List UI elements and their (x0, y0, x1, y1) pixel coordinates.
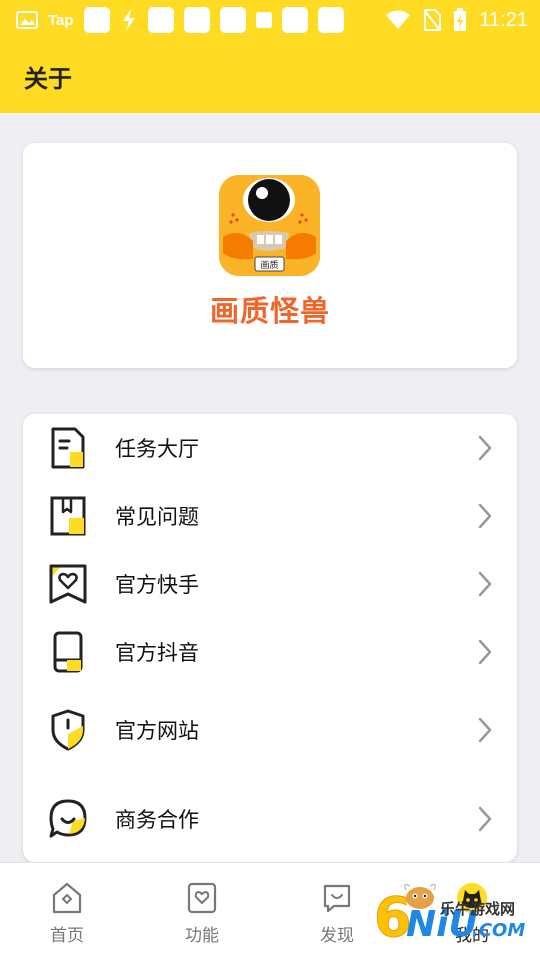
function-icon (187, 882, 217, 914)
notification-icon (255, 12, 272, 28)
home-icon (52, 882, 82, 914)
task-hall-icon (51, 427, 85, 469)
battery-charging-icon (454, 8, 467, 31)
chevron-right-icon (478, 435, 492, 461)
notification-icon (83, 7, 110, 33)
menu-item-business[interactable]: 商务合作 (23, 785, 517, 853)
tab-home[interactable]: 首页 (27, 881, 107, 946)
tab-label: 功能 (185, 926, 219, 946)
clock: 11:21 (479, 8, 528, 31)
watermark-text: 乐牛游戏网 (440, 900, 516, 918)
kuaishou-icon (49, 564, 87, 604)
chevron-right-icon (478, 503, 492, 529)
business-chat-icon (49, 799, 87, 838)
notification-icon (183, 7, 210, 33)
menu-item-label: 商务合作 (115, 808, 199, 832)
status-bar: Tap 11:21 (0, 0, 540, 40)
page-title: 关于 (24, 65, 72, 93)
chevron-right-icon (478, 717, 492, 743)
notification-icon (317, 7, 344, 33)
app-bar: 关于 (0, 40, 540, 113)
tab-label: 发现 (320, 926, 354, 946)
discover-icon (323, 884, 351, 913)
notification-icon (147, 7, 174, 33)
notification-icon (219, 7, 246, 33)
app-info-card: 画质 画质怪兽 (23, 143, 517, 368)
wifi-icon (386, 10, 411, 29)
menu-item-website[interactable]: 官方网站 (23, 696, 517, 764)
app-name: 画质怪兽 (209, 294, 330, 328)
menu-item-label: 官方抖音 (115, 641, 199, 665)
menu-item-task-hall[interactable]: 任务大厅 (23, 414, 517, 482)
chevron-right-icon (478, 571, 492, 597)
lightning-icon (122, 9, 135, 31)
watermark-logo-icon: 6 NiU .COM (374, 884, 525, 950)
no-sim-icon (423, 9, 442, 31)
menu-item-label: 官方网站 (115, 719, 199, 743)
menu-item-faq[interactable]: 常见问题 (23, 482, 517, 550)
tab-label: 首页 (50, 926, 84, 946)
douyin-phone-icon (53, 631, 83, 673)
faq-book-icon (50, 496, 86, 536)
carrier-text: Tap (48, 11, 74, 29)
chevron-right-icon (478, 806, 492, 832)
menu-item-douyin[interactable]: 官方抖音 (23, 618, 517, 686)
app-logo-icon: 画质 (219, 175, 320, 276)
menu-item-label: 官方快手 (115, 573, 199, 597)
svg-text:.COM: .COM (472, 920, 525, 941)
chevron-right-icon (478, 639, 492, 665)
gallery-icon (16, 11, 38, 29)
menu-card: 任务大厅 常见问题 官方快手 官方抖音 官方网站 商务合作 (23, 414, 517, 862)
logo-badge-text: 画质 (260, 259, 278, 271)
tab-function[interactable]: 功能 (162, 881, 242, 946)
notification-icon (281, 7, 308, 33)
website-shield-icon (51, 709, 85, 751)
menu-item-label: 任务大厅 (115, 437, 199, 461)
menu-item-kuaishou[interactable]: 官方快手 (23, 550, 517, 618)
tab-discover[interactable]: 发现 (297, 881, 377, 946)
menu-item-label: 常见问题 (115, 505, 199, 529)
